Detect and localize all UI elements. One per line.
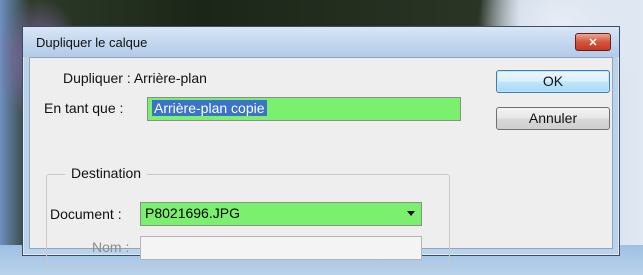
dialog-body: Dupliquer : Arrière-plan En tant que : A… xyxy=(29,57,613,268)
name-label: Nom : xyxy=(92,239,130,255)
chevron-down-icon[interactable] xyxy=(407,211,415,216)
document-select[interactable]: P8021696.JPG xyxy=(140,202,422,226)
cancel-button[interactable]: Annuler xyxy=(496,107,610,130)
duplicate-row: Dupliquer : Arrière-plan xyxy=(63,70,207,86)
as-label: En tant que : xyxy=(44,100,124,116)
title-bar[interactable]: Dupliquer le calque ✕ xyxy=(23,27,619,57)
layer-name-value: Arrière-plan copie xyxy=(152,100,267,116)
dialog-title: Dupliquer le calque xyxy=(36,35,148,50)
document-value: P8021696.JPG xyxy=(145,205,240,221)
ok-button[interactable]: OK xyxy=(496,70,610,93)
close-button[interactable]: ✕ xyxy=(575,33,611,51)
name-input[interactable] xyxy=(140,236,422,260)
duplicate-value: Arrière-plan xyxy=(133,70,207,86)
duplicate-layer-dialog: Dupliquer le calque ✕ Dupliquer : Arrièr… xyxy=(22,26,620,268)
document-label: Document : xyxy=(50,206,122,222)
layer-name-input[interactable]: Arrière-plan copie xyxy=(147,97,461,121)
close-icon: ✕ xyxy=(588,37,598,49)
duplicate-label: Dupliquer : xyxy=(63,70,134,86)
destination-legend: Destination xyxy=(65,165,148,181)
